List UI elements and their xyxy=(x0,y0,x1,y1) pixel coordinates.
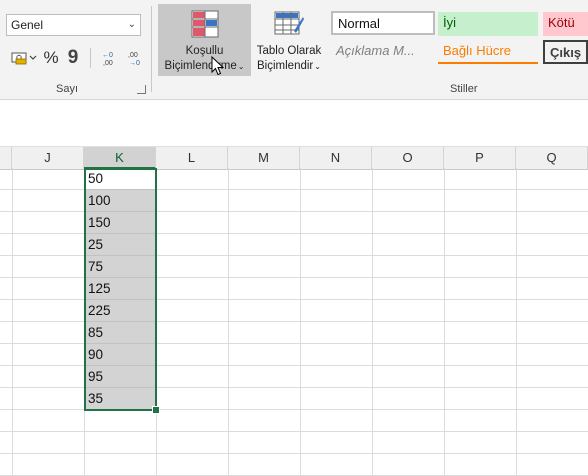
chevron-down-icon: ⌄ xyxy=(127,19,136,30)
decrease-decimal-icon: ,00 →0 xyxy=(128,52,140,67)
percent-style-button[interactable]: % xyxy=(40,46,62,70)
divider xyxy=(90,48,91,68)
mouse-pointer-icon xyxy=(211,56,224,76)
cell-k-value[interactable]: 125 xyxy=(84,278,156,300)
chevron-down-icon: ⌄ xyxy=(237,62,245,71)
svg-text:→0: →0 xyxy=(129,60,140,67)
style-explanatory[interactable]: Açıklama M... xyxy=(331,40,435,64)
number-format-dropdown[interactable]: Genel ⌄ xyxy=(6,14,141,36)
ribbon: Genel ⌄ % 9 ←0 ,00 ,00 →0 Sayı Koşullu B… xyxy=(0,0,588,100)
number-format-buttons: % 9 ←0 ,00 ,00 →0 xyxy=(8,46,149,70)
column-header-n[interactable]: N xyxy=(300,147,372,169)
column-header-partial[interactable] xyxy=(0,147,12,169)
svg-text:,00: ,00 xyxy=(128,52,138,59)
cell-k-value[interactable]: 35 xyxy=(84,388,156,410)
formula-area xyxy=(0,100,588,146)
style-output[interactable]: Çıkış xyxy=(543,40,588,64)
cell-k-value[interactable]: 225 xyxy=(84,300,156,322)
group-divider xyxy=(151,6,152,92)
styles-group-label: Stiller xyxy=(450,83,478,95)
accounting-icon xyxy=(11,52,37,65)
conditional-formatting-button[interactable]: Koşullu Biçimlendirme⌄ xyxy=(158,4,251,76)
column-header-q[interactable]: Q xyxy=(516,147,588,169)
number-dialog-launcher[interactable] xyxy=(137,85,146,94)
column-header-k[interactable]: K xyxy=(84,147,156,169)
accounting-format-button[interactable] xyxy=(8,46,40,70)
svg-text:,00: ,00 xyxy=(103,60,113,67)
cell-k-value[interactable]: 150 xyxy=(84,212,156,234)
comma-style-button[interactable]: 9 xyxy=(62,46,84,70)
decrease-decimal-button[interactable]: ,00 →0 xyxy=(123,46,149,70)
conditional-formatting-icon xyxy=(191,10,218,38)
cell-k-value[interactable]: 95 xyxy=(84,366,156,388)
column-header-l[interactable]: L xyxy=(156,147,228,169)
cell-k-value[interactable]: 90 xyxy=(84,344,156,366)
column-header-m[interactable]: M xyxy=(228,147,300,169)
format-as-table-icon xyxy=(274,11,304,35)
format-as-table-button[interactable]: Tablo Olarak Biçimlendir⌄ xyxy=(252,4,326,76)
increase-decimal-icon: ←0 ,00 xyxy=(102,52,113,67)
number-format-value: Genel xyxy=(11,18,44,32)
chevron-down-icon: ⌄ xyxy=(314,62,321,71)
increase-decimal-button[interactable]: ←0 ,00 xyxy=(97,46,123,70)
cell-k-value[interactable]: 75 xyxy=(84,256,156,278)
column-header-j[interactable]: J xyxy=(12,147,84,169)
style-normal[interactable]: Normal xyxy=(331,11,435,35)
style-good[interactable]: İyi xyxy=(438,12,538,36)
column-header-row: J K L M N O P Q xyxy=(0,146,588,170)
number-group-label: Sayı xyxy=(56,83,79,95)
fill-handle[interactable] xyxy=(152,406,160,414)
cell-k-value[interactable]: 50 xyxy=(84,168,156,190)
style-bad[interactable]: Kötü xyxy=(543,12,588,36)
column-header-o[interactable]: O xyxy=(372,147,444,169)
style-linked-cell[interactable]: Bağlı Hücre xyxy=(438,40,538,64)
column-header-p[interactable]: P xyxy=(444,147,516,169)
cell-k-value[interactable]: 85 xyxy=(84,322,156,344)
cell-k-value[interactable]: 100 xyxy=(84,190,156,212)
svg-text:←0: ←0 xyxy=(102,52,113,59)
cell-k-value[interactable]: 25 xyxy=(84,234,156,256)
